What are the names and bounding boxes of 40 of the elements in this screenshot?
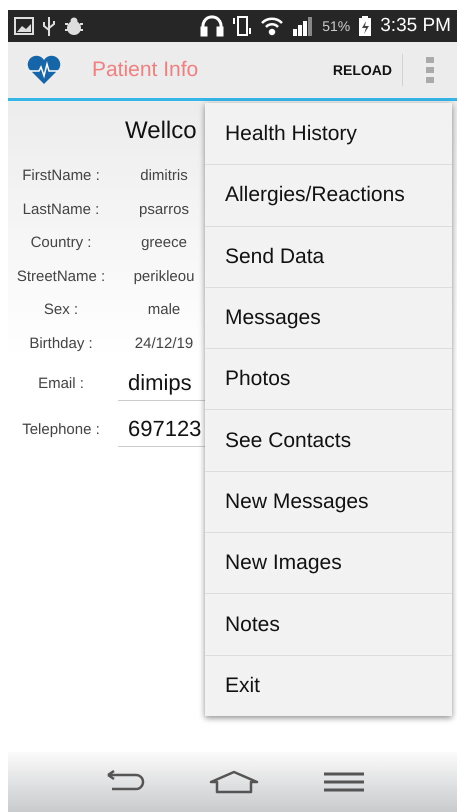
field-label: Country : bbox=[30, 234, 92, 252]
signal-icon bbox=[292, 15, 314, 37]
image-icon bbox=[14, 16, 34, 36]
menu-item[interactable]: New Images bbox=[205, 532, 452, 594]
bug-icon bbox=[64, 16, 84, 36]
field-value: greece bbox=[140, 234, 188, 252]
menu-item[interactable]: Exit bbox=[205, 654, 452, 716]
menu-button[interactable] bbox=[323, 771, 366, 793]
field-label: FirstName : bbox=[21, 167, 101, 184]
battery-icon bbox=[358, 15, 372, 37]
field-value: psarros bbox=[138, 200, 190, 218]
menu-item[interactable]: Health History bbox=[205, 103, 452, 164]
field-value: male bbox=[146, 301, 182, 318]
field-label: StreetName : bbox=[16, 268, 106, 285]
menu-item[interactable]: See Contacts bbox=[205, 409, 452, 471]
battery-percentage: 51% bbox=[322, 18, 350, 34]
welcome-heading: Wellco bbox=[125, 117, 197, 145]
menu-item[interactable]: Notes bbox=[205, 593, 452, 655]
app-title: Patient Info bbox=[92, 58, 200, 82]
headset-icon bbox=[200, 14, 224, 38]
reload-button[interactable]: RELOAD bbox=[322, 54, 403, 86]
menu-item[interactable]: Photos bbox=[205, 348, 452, 410]
field-label: Email : bbox=[37, 374, 85, 392]
field-label: Sex : bbox=[42, 301, 80, 318]
heart-icon bbox=[26, 55, 62, 85]
field-label: LastName : bbox=[22, 200, 100, 218]
menu-item[interactable]: Allergies/Reactions bbox=[205, 164, 452, 226]
wifi-icon bbox=[260, 16, 284, 36]
field-value: perikleou bbox=[132, 268, 196, 285]
vibrate-icon bbox=[232, 14, 252, 38]
field-label: Birthday : bbox=[28, 334, 94, 352]
menu-item[interactable]: New Messages bbox=[205, 470, 452, 532]
field-label: Telephone : bbox=[21, 420, 101, 438]
menu-item[interactable]: Messages bbox=[205, 286, 452, 348]
home-button[interactable] bbox=[209, 770, 260, 794]
menu-item[interactable]: Send Data bbox=[205, 226, 452, 287]
field-value: dimitris bbox=[139, 167, 189, 184]
field-value: 24/12/19 bbox=[134, 334, 194, 352]
usb-icon bbox=[42, 15, 56, 37]
clock-time: 3:35 PM bbox=[380, 15, 451, 37]
